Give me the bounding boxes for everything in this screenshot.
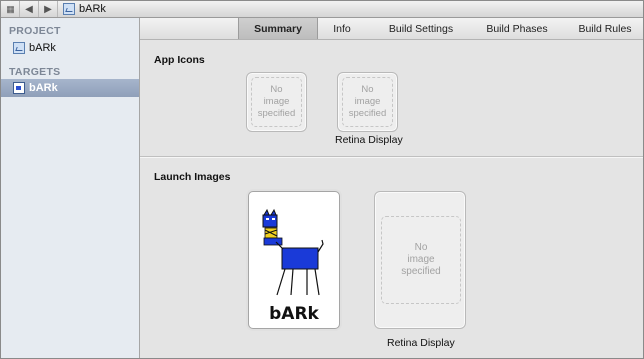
retina-app-icon-caption: Retina Display (335, 134, 403, 146)
drawing-caption: bARk (269, 304, 319, 324)
project-file-icon (13, 42, 25, 54)
retina-launch-image-placeholder: No image specified (381, 216, 461, 304)
app-icons-label: App Icons (154, 54, 205, 66)
dog-drawing-image: bARk (262, 208, 324, 324)
breadcrumb[interactable]: bARk (58, 1, 106, 17)
placeholder-line: image (407, 254, 435, 265)
sidebar-item-label: bARk (29, 82, 58, 94)
project-navigator: PROJECT bARk TARGETS bARk (1, 18, 140, 358)
launch-images-label: Launch Images (154, 171, 231, 183)
tab-build-settings[interactable]: Build Settings (374, 18, 468, 39)
placeholder-line: image (263, 96, 290, 107)
tab-info[interactable]: Info (318, 18, 366, 39)
retina-launch-image-well[interactable]: No image specified (374, 191, 466, 329)
launch-image-well[interactable]: bARk (248, 191, 340, 329)
retina-launch-image-caption: Retina Display (387, 337, 455, 349)
tab-build-phases[interactable]: Build Phases (476, 18, 558, 39)
forward-arrow-icon[interactable]: ▶ (39, 1, 58, 17)
xcode-window: ▦ ◀ ▶ bARk PROJECT bARk TARGETS bARk Sum… (0, 0, 644, 359)
editor-tab-bar: Summary Info Build Settings Build Phases… (140, 18, 643, 40)
grid-icon[interactable]: ▦ (1, 1, 20, 17)
target-editor: Summary Info Build Settings Build Phases… (140, 18, 643, 358)
app-icon-placeholder: No image specified (251, 77, 302, 127)
jump-bar: ▦ ◀ ▶ bARk (1, 1, 643, 18)
project-file-icon (63, 3, 75, 15)
placeholder-line: No (361, 84, 374, 95)
sidebar-item-project[interactable]: bARk (1, 39, 139, 57)
tab-summary[interactable]: Summary (238, 18, 318, 39)
placeholder-line: specified (257, 108, 296, 119)
placeholder-line: No (414, 242, 428, 253)
tab-build-rules[interactable]: Build Rules (570, 18, 640, 39)
placeholder-line: image (354, 96, 381, 107)
app-target-icon (13, 82, 25, 94)
sidebar-item-label: bARk (29, 42, 56, 54)
breadcrumb-label: bARk (79, 3, 106, 15)
back-arrow-icon[interactable]: ◀ (20, 1, 39, 17)
placeholder-line: specified (348, 108, 387, 119)
placeholder-line: specified (401, 266, 441, 277)
retina-app-icon-well[interactable]: No image specified (337, 72, 398, 132)
placeholder-line: No (270, 84, 283, 95)
app-icon-well[interactable]: No image specified (246, 72, 307, 132)
sidebar-item-target[interactable]: bARk (1, 79, 139, 97)
project-heading: PROJECT (9, 25, 61, 37)
targets-heading: TARGETS (9, 66, 61, 78)
retina-app-icon-placeholder: No image specified (342, 77, 393, 127)
section-divider (140, 156, 643, 158)
